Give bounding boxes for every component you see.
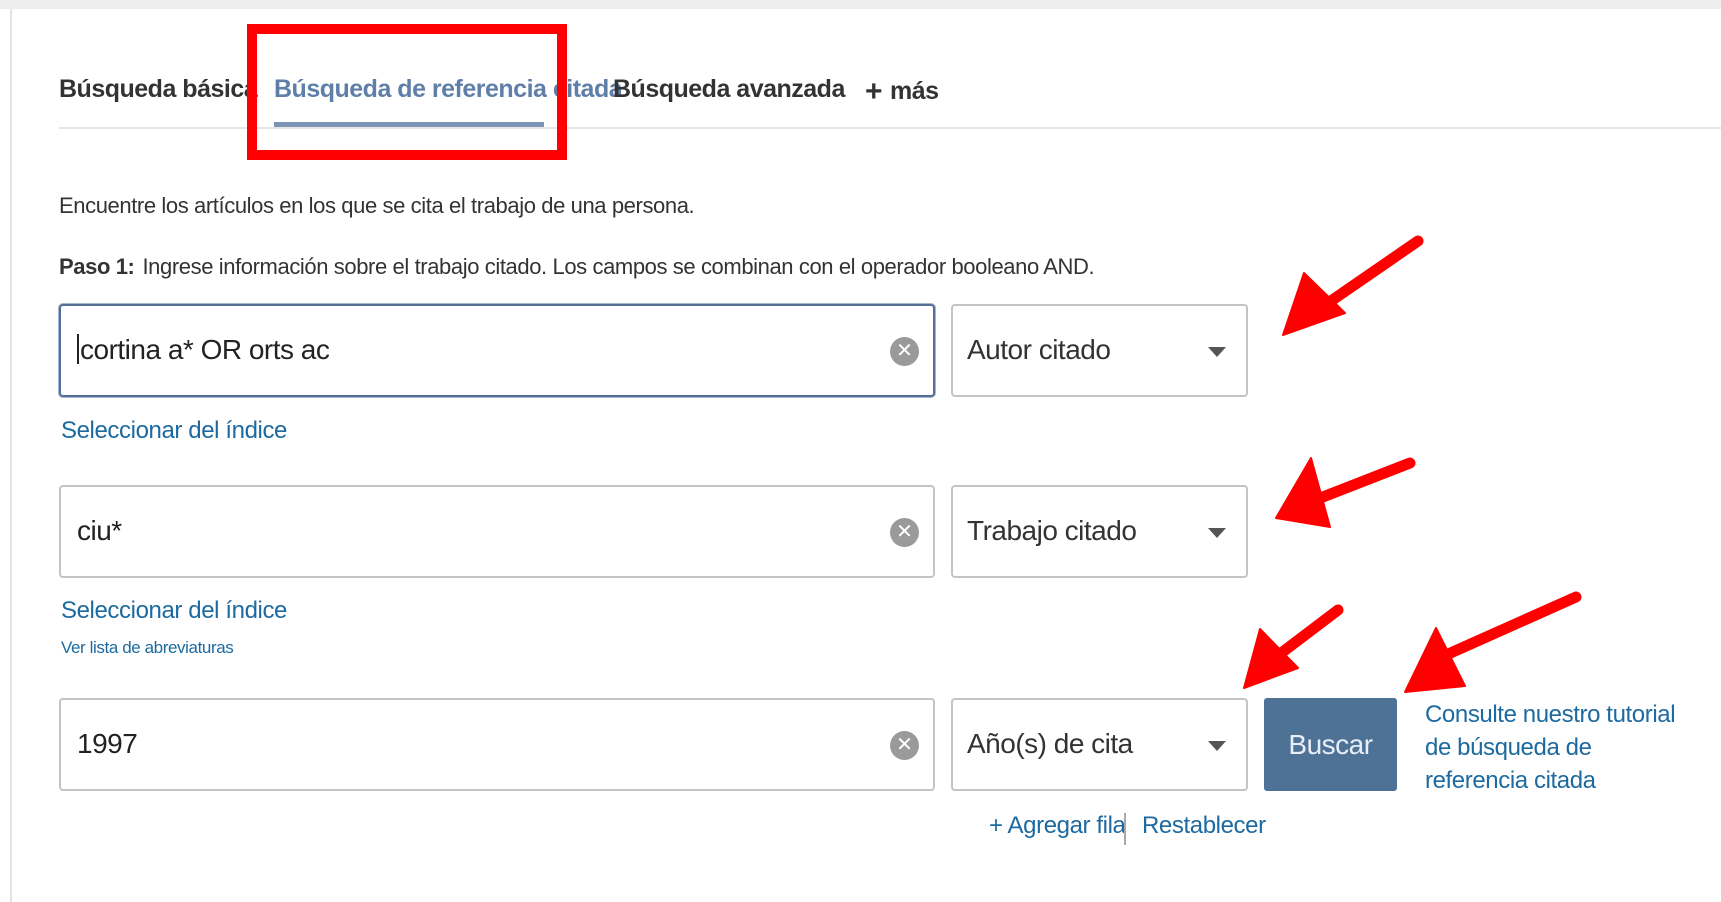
select-from-index-link-1[interactable]: Seleccionar del índice <box>61 417 287 445</box>
add-row-link[interactable]: + Agregar fila <box>989 812 1126 840</box>
annotation-highlight-box <box>247 24 567 160</box>
tab-basic-search[interactable]: Búsqueda básica <box>59 75 258 104</box>
clear-icon[interactable]: ✕ <box>890 337 919 366</box>
plus-icon: + <box>865 75 883 108</box>
field-select-cited-author[interactable]: Autor citado <box>951 304 1248 397</box>
left-border <box>10 9 12 902</box>
tutorial-line-1: Consulte nuestro tutorial <box>1425 701 1676 728</box>
input-value: 1997 <box>77 728 138 759</box>
top-strip <box>0 0 1721 9</box>
cited-work-input[interactable]: ciu* ✕ <box>59 485 935 578</box>
link-separator <box>1124 813 1126 845</box>
input-value-text: cortina a* OR orts ac <box>80 334 330 365</box>
clear-icon[interactable]: ✕ <box>890 518 919 547</box>
cited-author-input[interactable]: cortina a* OR orts ac ✕ <box>59 304 935 397</box>
clear-icon[interactable]: ✕ <box>890 731 919 760</box>
annotation-arrow-1 <box>1282 235 1424 336</box>
text-caret <box>77 334 79 364</box>
step-label: Paso 1: <box>59 254 135 279</box>
annotation-arrow-4 <box>1404 591 1582 693</box>
input-value: ciu* <box>77 515 122 546</box>
search-button[interactable]: Buscar <box>1264 698 1397 791</box>
intro-text: Encuentre los artículos en los que se ci… <box>59 193 695 218</box>
abbreviations-list-link[interactable]: Ver lista de abreviaturas <box>61 638 234 658</box>
step-instructions: Paso 1: Ingrese información sobre el trab… <box>59 254 1095 280</box>
tab-more-label: más <box>890 77 939 105</box>
step-text: Ingrese información sobre el trabajo cit… <box>142 254 1095 279</box>
chevron-down-icon <box>1208 741 1226 751</box>
chevron-down-icon <box>1208 528 1226 538</box>
field-select-cited-work[interactable]: Trabajo citado <box>951 485 1248 578</box>
annotation-arrow-3 <box>1243 604 1344 689</box>
chevron-down-icon <box>1208 347 1226 357</box>
select-value: Trabajo citado <box>967 515 1137 546</box>
select-value: Año(s) de cita <box>967 728 1133 759</box>
field-select-cited-year[interactable]: Año(s) de cita <box>951 698 1248 791</box>
select-from-index-link-2[interactable]: Seleccionar del índice <box>61 597 287 625</box>
input-value: cortina a* OR orts ac <box>77 334 330 366</box>
cited-year-input[interactable]: 1997 ✕ <box>59 698 935 791</box>
tutorial-line-3: referencia citada <box>1425 767 1596 794</box>
tab-more[interactable]: + más <box>865 75 939 109</box>
reset-link[interactable]: Restablecer <box>1142 812 1266 840</box>
tutorial-line-2: de búsqueda de <box>1425 734 1592 761</box>
select-value: Autor citado <box>967 334 1111 365</box>
annotation-arrow-2 <box>1275 457 1416 528</box>
tab-advanced-search[interactable]: Búsqueda avanzada <box>613 75 845 104</box>
tutorial-link[interactable]: Consulte nuestro tutorial de búsqueda de… <box>1425 698 1685 797</box>
